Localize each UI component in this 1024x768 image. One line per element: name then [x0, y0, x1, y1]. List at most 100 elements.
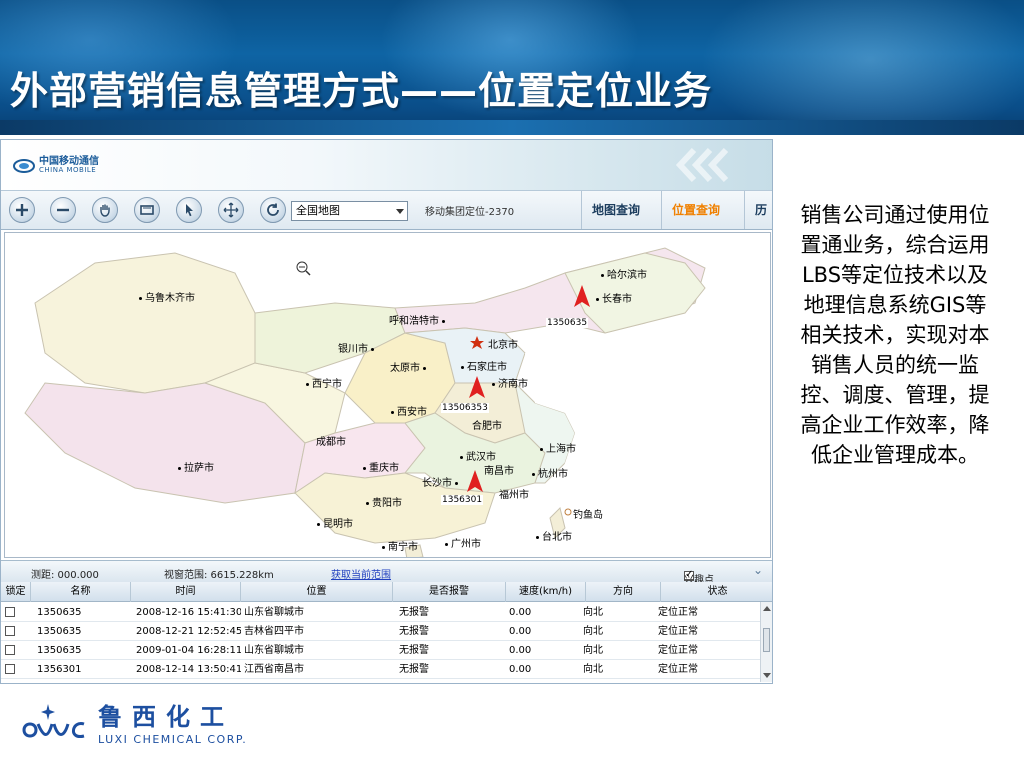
city-label: 钓鱼岛 [573, 510, 603, 521]
refresh-button[interactable] [260, 197, 286, 223]
minus-icon [57, 208, 69, 212]
city-label: 福州市 [499, 490, 529, 501]
city-label: 西安市 [388, 403, 427, 418]
table-row[interactable]: 1350635 2008-12-16 15:41:30 山东省聊城市 无报警 0.00 向… [1, 603, 761, 622]
city-label: 台北市 [533, 528, 572, 543]
lock-cell [1, 603, 31, 622]
table-row[interactable]: 1356301 2008-12-14 13:50:41 江西省南昌市 无报警 0.00 向… [1, 660, 761, 679]
city-label: 北京市 [488, 340, 518, 351]
plus-icon [16, 204, 28, 216]
lock-cell [1, 622, 31, 641]
column-header[interactable]: 位置 [241, 582, 393, 602]
full-extent-button[interactable] [134, 197, 160, 223]
table-cell-location: 江西省南昌市 [244, 664, 304, 675]
window-icon [140, 205, 154, 215]
move-button[interactable] [218, 197, 244, 223]
vehicle-label: 13506353 [441, 403, 489, 413]
table-cell-status: 定位正常 [658, 626, 698, 637]
locate-status-text: 移动集团定位-2370 [425, 207, 515, 218]
column-header[interactable]: 速度(km/h) [506, 582, 586, 602]
scroll-down-icon[interactable] [763, 673, 771, 678]
scroll-thumb[interactable] [763, 628, 770, 652]
zoom-in-button[interactable] [9, 197, 35, 223]
table-cell-alarm: 无报警 [399, 645, 429, 656]
logo-en-text: CHINA MOBILE [39, 166, 97, 174]
pan-hand-button[interactable] [92, 197, 118, 223]
city-label: 杭州市 [529, 465, 568, 480]
tab-history[interactable]: 历 [744, 191, 772, 229]
scroll-up-icon[interactable] [763, 606, 771, 611]
select-pointer-button[interactable] [176, 197, 202, 223]
table-cell-time: 2009-01-04 16:28:11 [136, 645, 241, 656]
view-range-readout: 视窗范围: 6615.228km [164, 570, 274, 581]
column-header[interactable]: 是否报警 [393, 582, 506, 602]
cursor-icon [186, 204, 193, 217]
fetch-range-link[interactable]: 获取当前范围 [331, 566, 391, 581]
zoom-out-button[interactable] [50, 197, 76, 223]
company-name-en: LUXI CHEMICAL CORP. [98, 732, 248, 746]
table-cell-name: 1350635 [37, 607, 82, 618]
tab-map-query[interactable]: 地图查询 [581, 191, 650, 229]
table-cell-direction: 向北 [583, 645, 603, 656]
table-cell-alarm: 无报警 [399, 626, 429, 637]
table-row[interactable]: 1350635 2009-01-04 16:28:11 山东省聊城市 无报警 0.00 向… [1, 641, 761, 660]
table-header: 锁定 名称 时间 位置 是否报警 速度(km/h) 方向 状态 [1, 582, 772, 602]
table-cell-speed: 0.00 [509, 607, 532, 618]
city-label: 昆明市 [314, 515, 353, 530]
city-label: 乌鲁木齐市 [136, 289, 195, 304]
slide-title: 外部营销信息管理方式——位置定位业务 [10, 69, 713, 113]
map-region-select[interactable]: 全国地图 [291, 201, 408, 221]
chevron-decoration-icon [675, 147, 729, 183]
lock-checkbox[interactable] [5, 626, 15, 636]
slide-description: 销售公司通过使用位置通业务，综合运用LBS等定位技术以及地理信息系统GIS等相关… [800, 203, 990, 467]
column-header[interactable]: 名称 [31, 582, 131, 602]
table-cell-status: 定位正常 [658, 607, 698, 618]
column-header[interactable]: 方向 [586, 582, 661, 602]
city-label: 武汉市 [457, 448, 496, 463]
table-cell-location: 山东省聊城市 [244, 645, 304, 656]
logo-cn-text: 中国移动通信 [39, 156, 99, 167]
city-label: 南宁市 [379, 538, 418, 553]
table-cell-time: 2008-12-16 15:41:30 [136, 607, 241, 618]
table-cell-time: 2008-12-21 12:52:45 [136, 626, 241, 637]
collapse-chevron-icon[interactable]: ⌄ [753, 563, 763, 577]
table-cell-speed: 0.00 [509, 645, 532, 656]
lock-checkbox[interactable] [5, 607, 15, 617]
city-label: 贵阳市 [363, 494, 402, 509]
gis-app-window: 中国移动通信 CHINA MOBILE 全国地图 移动集团定位-2370 地图查… [0, 139, 773, 684]
map-region-value: 全国地图 [296, 204, 340, 217]
china-mobile-logo-icon [13, 159, 35, 173]
vehicle-label: 1350635 [546, 318, 589, 328]
city-label: 成都市 [316, 437, 346, 448]
hand-icon [100, 204, 110, 217]
city-label: 银川市 [338, 340, 377, 355]
tab-location-query[interactable]: 位置查询 [661, 191, 730, 229]
column-header[interactable]: 锁定 [1, 582, 31, 602]
table-row[interactable]: 1350635 2008-12-21 12:52:45 吉林省四平市 无报警 0.00 向… [1, 622, 761, 641]
city-label: 呼和浩特市 [389, 312, 448, 327]
table-cell-location: 山东省聊城市 [244, 607, 304, 618]
lock-checkbox[interactable] [5, 664, 15, 674]
map-toolbar: 全国地图 移动集团定位-2370 地图查询 位置查询 历 [1, 190, 772, 230]
map-statusbar: 测距: 000.000 视窗范围: 6615.228km 获取当前范围 兴趣点 … [1, 560, 772, 586]
table-cell-direction: 向北 [583, 664, 603, 675]
city-label: 济南市 [489, 375, 528, 390]
table-cell-status: 定位正常 [658, 645, 698, 656]
distance-readout: 测距: 000.000 [31, 570, 99, 581]
table-cell-direction: 向北 [583, 607, 603, 618]
lock-cell [1, 660, 31, 679]
header-banner: 外部营销信息管理方式——位置定位业务 [0, 0, 1024, 135]
table-cell-name: 1350635 [37, 645, 82, 656]
luxi-logo-icon [22, 704, 85, 738]
table-cell-speed: 0.00 [509, 626, 532, 637]
table-cell-name: 1350635 [37, 626, 82, 637]
column-header[interactable]: 时间 [131, 582, 241, 602]
column-header[interactable]: 状态 [661, 582, 772, 602]
china-map[interactable]: 乌鲁木齐市 哈尔滨市 长春市 呼和浩特市 北京市 银川市 太原市 石家庄市 西宁… [4, 232, 771, 558]
lock-checkbox[interactable] [5, 645, 15, 655]
table-cell-direction: 向北 [583, 626, 603, 637]
city-label: 重庆市 [360, 459, 399, 474]
china-mobile-logo: 中国移动通信 CHINA MOBILE [13, 157, 99, 175]
table-scrollbar[interactable] [760, 602, 772, 682]
app-header: 中国移动通信 CHINA MOBILE [1, 140, 772, 190]
